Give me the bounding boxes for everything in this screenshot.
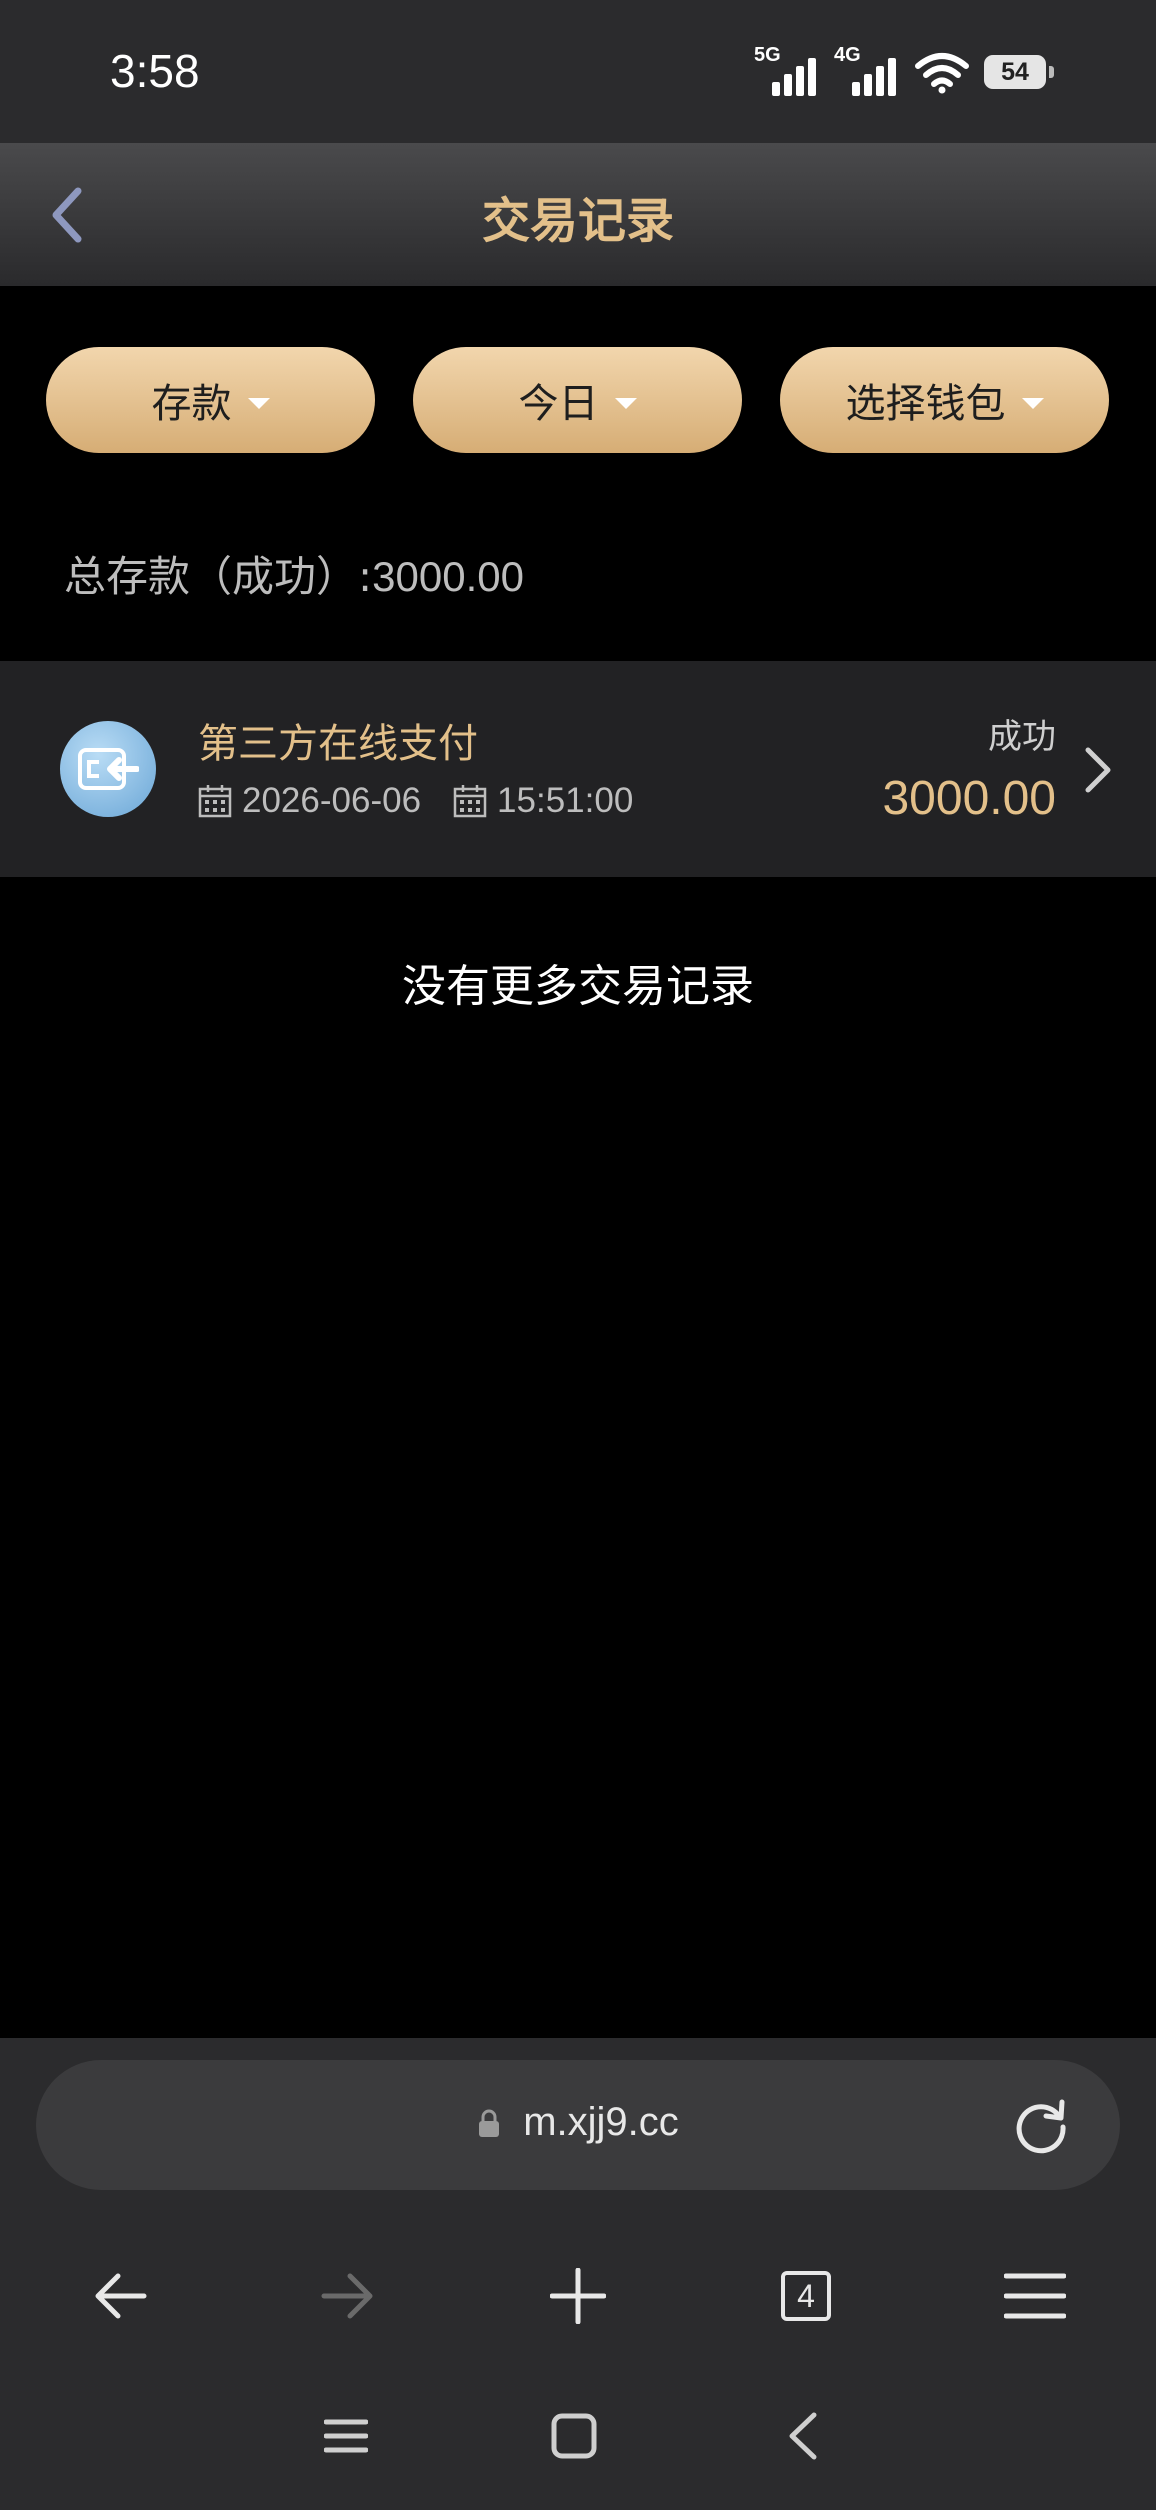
arrow-right-icon bbox=[321, 2273, 373, 2319]
system-back-button[interactable] bbox=[772, 2406, 832, 2466]
summary-separator: : bbox=[358, 552, 373, 601]
arrow-left-icon bbox=[95, 2273, 147, 2319]
hamburger-menu-icon bbox=[1004, 2273, 1066, 2319]
deposit-summary: 总存款（成功）:3000.00 bbox=[64, 543, 524, 604]
transaction-title: 第三方在线支付 bbox=[198, 721, 478, 767]
filter-type-dropdown[interactable]: 存款 bbox=[46, 347, 375, 453]
lock-icon bbox=[479, 2109, 500, 2137]
transaction-row[interactable]: 第三方在线支付 2026-06-06 15:51:00 成功 3000.00 bbox=[0, 661, 1156, 877]
status-icons: 5G 4G 54 bbox=[754, 44, 1054, 96]
app-header: 交易记录 bbox=[0, 143, 1156, 286]
system-recents-button[interactable] bbox=[316, 2406, 376, 2466]
transaction-date: 2026-06-06 bbox=[242, 781, 422, 820]
signal-4g-icon: 4G bbox=[834, 44, 900, 96]
transaction-time: 15:51:00 bbox=[497, 781, 634, 820]
recents-icon bbox=[324, 2419, 368, 2453]
browser-menu-button[interactable] bbox=[999, 2260, 1071, 2332]
filter-type-label: 存款 bbox=[151, 381, 232, 427]
tabs-button[interactable]: 4 bbox=[770, 2260, 842, 2332]
wifi-icon bbox=[915, 53, 969, 94]
transaction-status: 成功 bbox=[988, 717, 1056, 757]
caret-down-icon bbox=[1021, 397, 1044, 409]
url-text: m.xjj9.cc bbox=[523, 2100, 679, 2144]
system-home-button[interactable] bbox=[544, 2406, 604, 2466]
filter-wallet-label: 选择钱包 bbox=[845, 381, 1006, 427]
tab-count-icon: 4 bbox=[781, 2271, 831, 2321]
reload-icon[interactable] bbox=[1012, 2096, 1070, 2154]
plus-icon bbox=[550, 2268, 606, 2324]
page-title: 交易记录 bbox=[481, 193, 674, 249]
calendar-icon bbox=[453, 785, 487, 818]
browser-back-button[interactable] bbox=[84, 2260, 156, 2332]
browser-toolbar: m.xjj9.cc 4 bbox=[0, 2038, 1156, 2510]
transaction-meta: 2026-06-06 15:51:00 bbox=[198, 781, 633, 821]
status-bar: 3:58 5G 4G 54 bbox=[0, 0, 1156, 143]
summary-label: 总存款（成功） bbox=[64, 552, 359, 601]
clock: 3:58 bbox=[110, 45, 200, 97]
tab-count: 4 bbox=[797, 2277, 815, 2314]
browser-forward-button[interactable] bbox=[312, 2260, 384, 2332]
chevron-right-icon bbox=[1085, 747, 1111, 793]
caret-down-icon bbox=[614, 397, 637, 409]
summary-value: 3000.00 bbox=[372, 553, 524, 600]
home-icon bbox=[551, 2413, 597, 2459]
payment-method-icon bbox=[60, 721, 156, 817]
back-triangle-icon bbox=[789, 2412, 817, 2460]
battery-icon: 54 bbox=[984, 55, 1054, 89]
new-tab-button[interactable] bbox=[542, 2260, 614, 2332]
empty-message: 没有更多交易记录 bbox=[402, 961, 754, 1012]
filter-date-label: 今日 bbox=[518, 381, 599, 427]
calendar-icon bbox=[198, 785, 232, 818]
caret-down-icon bbox=[247, 397, 270, 409]
signal-5g-icon: 5G bbox=[754, 44, 820, 96]
transaction-amount: 3000.00 bbox=[882, 772, 1056, 825]
filter-date-dropdown[interactable]: 今日 bbox=[413, 347, 742, 453]
address-bar[interactable]: m.xjj9.cc bbox=[36, 2060, 1120, 2190]
filter-wallet-dropdown[interactable]: 选择钱包 bbox=[780, 347, 1109, 453]
